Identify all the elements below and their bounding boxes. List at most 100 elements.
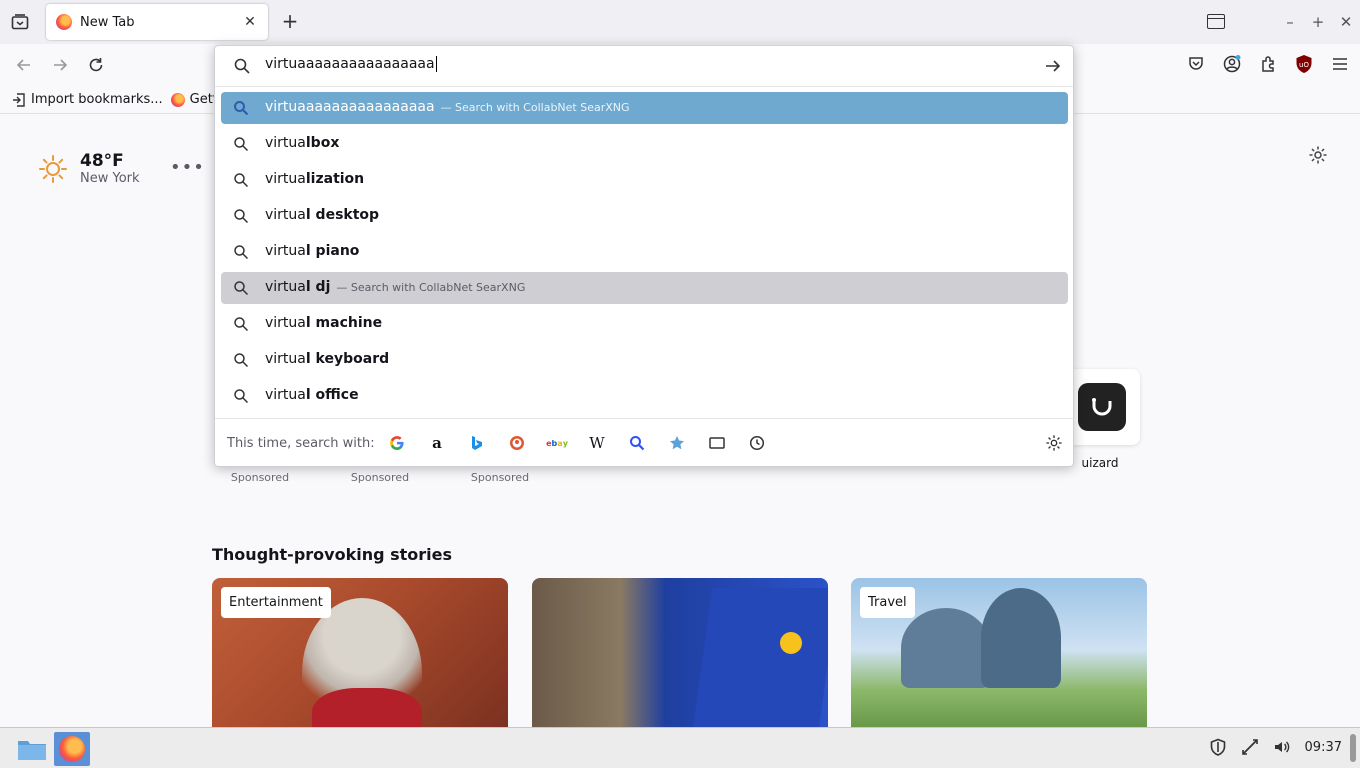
story-image-dome bbox=[981, 588, 1061, 688]
result-row[interactable]: virtual piano bbox=[221, 236, 1068, 268]
result-text: virtua bbox=[265, 315, 306, 331]
result-text-bold: l office bbox=[305, 387, 359, 403]
search-icon bbox=[234, 353, 249, 368]
weather-temp: 48°F bbox=[80, 151, 124, 171]
result-row[interactable]: virtualbox bbox=[221, 128, 1068, 160]
file-manager-icon[interactable] bbox=[14, 732, 50, 766]
firefox-icon bbox=[170, 92, 185, 107]
duckduckgo-icon[interactable] bbox=[507, 433, 527, 453]
search-settings-gear-icon[interactable] bbox=[1045, 434, 1063, 452]
network-icon[interactable] bbox=[1241, 738, 1259, 756]
divider bbox=[215, 86, 1073, 87]
search-icon bbox=[234, 58, 250, 74]
reload-icon[interactable] bbox=[84, 53, 108, 77]
urlbar-input-row[interactable]: virtuaaaaaaaaaaaaaaaa bbox=[215, 46, 1073, 86]
import-icon bbox=[13, 92, 25, 107]
story-image-bag bbox=[691, 588, 828, 727]
tab-strip: New Tab ✕ + – + ✕ bbox=[0, 0, 1360, 44]
story-badge: Entertainment bbox=[221, 587, 331, 618]
close-window-icon[interactable]: ✕ bbox=[1332, 13, 1360, 31]
result-text: virtua bbox=[265, 207, 306, 223]
tab-list-icon bbox=[11, 14, 29, 30]
result-row[interactable]: virtual machine bbox=[221, 308, 1068, 340]
bookmarks-star-icon[interactable] bbox=[667, 433, 687, 453]
story-image-scarf bbox=[312, 688, 422, 727]
bing-icon[interactable] bbox=[467, 433, 487, 453]
ebay-icon[interactable]: ebay bbox=[546, 433, 568, 453]
result-text-bold: l desktop bbox=[305, 207, 380, 223]
urlbar-popup: virtuaaaaaaaaaaaaaaaa virtuaaaaaaaaaaaaa… bbox=[214, 45, 1074, 467]
google-icon[interactable] bbox=[387, 433, 407, 453]
shield-icon[interactable] bbox=[1209, 738, 1227, 756]
result-row[interactable]: virtual desktop bbox=[221, 200, 1068, 232]
result-text: virtua bbox=[265, 171, 306, 187]
sponsored-label: Sponsored bbox=[470, 471, 530, 484]
result-text-bold: l dj bbox=[305, 279, 331, 295]
history-clock-icon[interactable] bbox=[747, 433, 767, 453]
amazon-icon[interactable]: a bbox=[427, 433, 447, 453]
story-card[interactable]: Travel bbox=[851, 578, 1147, 727]
hamburger-menu-icon[interactable] bbox=[1328, 52, 1352, 76]
tab-list-button[interactable] bbox=[8, 10, 32, 34]
result-text: virtua bbox=[265, 279, 306, 295]
result-row[interactable]: virtual dj — Search with CollabNet SearXN… bbox=[221, 272, 1068, 304]
extensions-icon[interactable] bbox=[1256, 52, 1280, 76]
result-row[interactable]: virtuaaaaaaaaaaaaaaaa — Search with Colla… bbox=[221, 92, 1068, 124]
bookmark-import[interactable]: Import bookmarks... bbox=[12, 92, 163, 107]
result-text-bold: lization bbox=[305, 171, 365, 187]
go-arrow-icon[interactable] bbox=[1043, 56, 1063, 76]
minimize-icon[interactable]: – bbox=[1276, 13, 1304, 31]
result-text-bold: l machine bbox=[305, 315, 383, 331]
svg-text:uO: uO bbox=[1299, 61, 1309, 69]
tab-title: New Tab bbox=[80, 14, 135, 30]
result-row[interactable]: virtualization bbox=[221, 164, 1068, 196]
panel-handle[interactable] bbox=[1350, 734, 1356, 762]
result-row[interactable]: virtual office bbox=[221, 380, 1068, 412]
wikipedia-icon[interactable]: W bbox=[587, 433, 607, 453]
weather-widget[interactable]: 48°F New York bbox=[38, 151, 140, 186]
account-icon[interactable] bbox=[1220, 52, 1244, 76]
ublock-origin-icon[interactable]: uO bbox=[1292, 52, 1316, 76]
bookmark-getting-started[interactable]: Gett bbox=[170, 92, 218, 107]
forward-arrow-icon[interactable] bbox=[48, 53, 72, 77]
result-row[interactable]: virtual keyboard bbox=[221, 344, 1068, 376]
one-off-search-bar: This time, search with: a ebay W bbox=[215, 418, 1073, 468]
maximize-icon[interactable]: + bbox=[1304, 13, 1332, 31]
result-action: — Search with CollabNet SearXNG bbox=[336, 281, 526, 294]
firefox-favicon-icon bbox=[56, 14, 72, 30]
personalize-gear-icon[interactable] bbox=[1308, 145, 1330, 167]
shortcut-uizard[interactable] bbox=[1064, 369, 1140, 445]
result-text: virtuaaaaaaaaaaaaaaaa bbox=[265, 99, 435, 115]
firefox-taskbar-icon[interactable] bbox=[54, 732, 90, 766]
story-badge: Travel bbox=[860, 587, 915, 618]
sponsored-label: Sponsored bbox=[230, 471, 290, 484]
tabs-icon[interactable] bbox=[707, 433, 727, 453]
system-tray: 09:37 bbox=[1209, 738, 1342, 756]
searxng-icon[interactable] bbox=[627, 433, 647, 453]
urlbar-input[interactable]: virtuaaaaaaaaaaaaaaaa bbox=[265, 56, 437, 72]
view-tabs-icon[interactable] bbox=[1207, 14, 1225, 29]
tab-close-icon[interactable]: ✕ bbox=[242, 14, 258, 30]
urlbar-results: virtuaaaaaaaaaaaaaaaa — Search with Colla… bbox=[221, 92, 1068, 416]
weather-more-icon[interactable]: ••• bbox=[170, 157, 205, 178]
back-arrow-icon[interactable] bbox=[12, 53, 36, 77]
search-icon bbox=[234, 209, 249, 224]
result-text: virtua bbox=[265, 351, 306, 367]
story-card[interactable]: Entertainment bbox=[212, 578, 508, 727]
search-icon bbox=[234, 281, 249, 296]
clock: 09:37 bbox=[1304, 739, 1342, 755]
new-tab-plus-icon[interactable]: + bbox=[278, 10, 302, 34]
search-icon bbox=[234, 245, 249, 260]
result-text: virtua bbox=[265, 243, 306, 259]
story-card[interactable] bbox=[532, 578, 828, 727]
sponsored-label: Sponsored bbox=[350, 471, 410, 484]
result-text: virtua bbox=[265, 387, 306, 403]
volume-icon[interactable] bbox=[1273, 738, 1291, 756]
tab-new-tab[interactable]: New Tab ✕ bbox=[46, 4, 268, 40]
search-icon bbox=[234, 389, 249, 404]
stories-heading: Thought-provoking stories bbox=[212, 545, 453, 564]
one-off-label: This time, search with: bbox=[227, 436, 375, 451]
result-text-bold: lbox bbox=[305, 135, 340, 151]
sun-icon bbox=[39, 154, 67, 183]
pocket-icon[interactable] bbox=[1184, 52, 1208, 76]
